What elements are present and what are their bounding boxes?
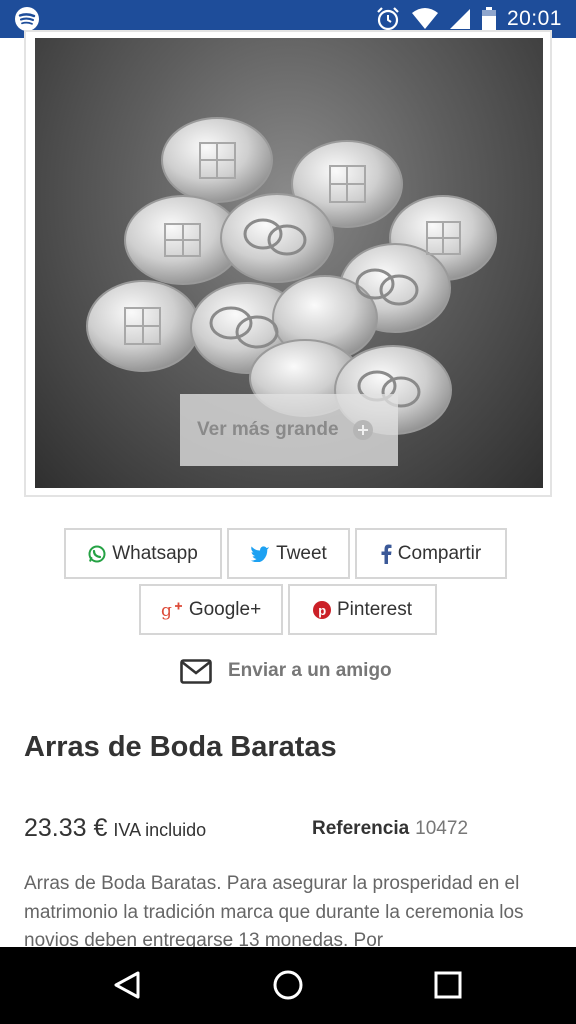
back-icon[interactable]	[108, 965, 148, 1005]
facebook-share-label: Compartir	[397, 542, 482, 564]
whatsapp-label: Whatsapp	[112, 542, 198, 564]
svg-text:p: p	[318, 603, 326, 618]
spotify-icon	[15, 7, 39, 31]
home-icon[interactable]	[268, 965, 308, 1005]
reference-label: Referencia	[312, 818, 410, 839]
clock: 20:01	[506, 7, 562, 30]
alarm-icon	[377, 7, 399, 31]
tweet-button[interactable]: Tweet	[227, 528, 350, 579]
product-image[interactable]: Ver más grande	[35, 38, 543, 488]
pinterest-icon: p	[313, 600, 331, 619]
view-larger-button[interactable]: Ver más grande	[180, 394, 398, 466]
tweet-label: Tweet	[276, 542, 327, 564]
product-description: Arras de Boda Baratas. Para asegurar la …	[24, 873, 524, 951]
facebook-share-button[interactable]: Compartir	[355, 528, 507, 579]
google-plus-label: Google+	[188, 598, 262, 620]
send-to-friend-link[interactable]: Enviar a un amigo	[180, 655, 392, 687]
view-larger-label: Ver más grande	[197, 419, 339, 440]
zoom-in-icon	[352, 420, 373, 440]
price-amount: 23.33 €	[24, 814, 108, 842]
google-plus-icon: g	[161, 601, 182, 620]
signal-icon	[449, 9, 470, 29]
reference-value: 10472	[415, 818, 469, 839]
whatsapp-icon	[88, 545, 106, 562]
battery-icon	[481, 7, 496, 31]
svg-text:g: g	[161, 601, 172, 620]
whatsapp-share-button[interactable]: Whatsapp	[64, 528, 222, 579]
recent-apps-icon[interactable]	[428, 965, 468, 1005]
wifi-icon	[411, 8, 438, 29]
facebook-icon	[381, 544, 392, 564]
product-image-card: Ver más grande	[24, 30, 552, 497]
google-plus-share-button[interactable]: g Google+	[139, 584, 283, 635]
product-price: 23.33 € IVA incluido	[24, 814, 206, 843]
tax-label: IVA incluido	[113, 820, 207, 840]
send-to-friend-label: Enviar a un amigo	[228, 660, 392, 681]
twitter-icon	[250, 546, 270, 562]
product-title: Arras de Boda Baratas	[24, 731, 337, 763]
pinterest-label: Pinterest	[337, 598, 412, 620]
envelope-icon	[180, 658, 212, 684]
navigation-bar	[0, 947, 576, 1024]
pinterest-share-button[interactable]: p Pinterest	[288, 584, 437, 635]
product-reference: Referencia 10472	[312, 818, 468, 840]
